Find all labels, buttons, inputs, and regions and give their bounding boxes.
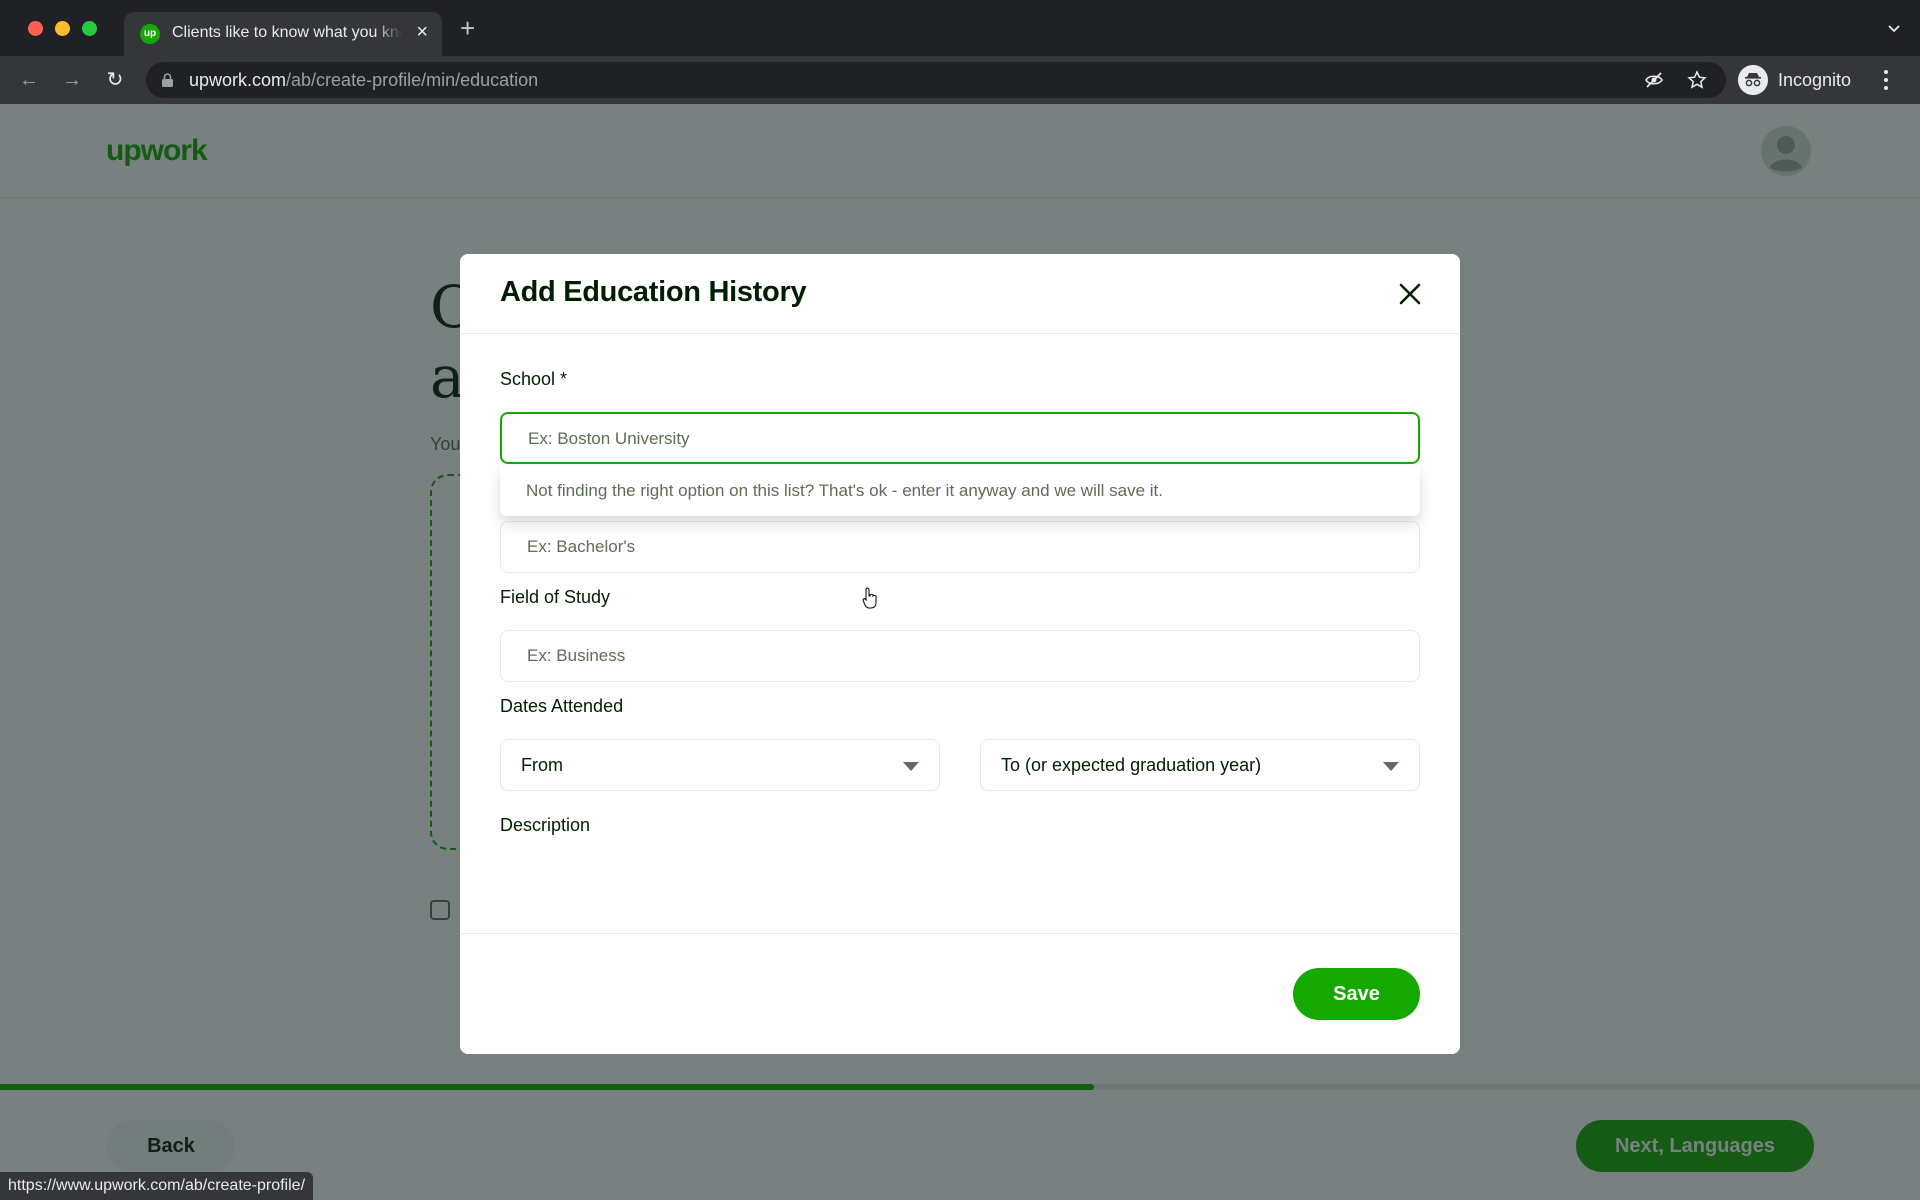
field-of-study-placeholder: Ex: Business [527,646,626,665]
from-year-select[interactable]: From [500,739,940,791]
to-year-select[interactable]: To (or expected graduation year) [980,739,1420,791]
tab-search-chevron-icon[interactable] [1888,22,1900,34]
status-bar-url: https://www.upwork.com/ab/create-profile… [0,1172,314,1200]
add-education-modal: Add Education History School * Ex: Bosto… [460,254,1460,1054]
school-placeholder: Ex: Boston University [528,429,690,448]
field-of-study-label: Field of Study [500,587,611,607]
bookmark-star-icon[interactable] [1687,70,1707,90]
modal-footer: Save [460,933,1460,1054]
url-host: upwork.com [189,70,287,90]
description-label: Description [500,815,591,835]
browser-tab-bar: up Clients like to know what you know × … [0,0,1920,56]
back-arrow-icon[interactable]: ← [17,68,41,92]
url-text: upwork.com/ab/create-profile/min/educati… [189,70,538,91]
browser-toolbar: ← → ↻ upwork.com/ab/create-profile/min/e… [0,56,1920,104]
incognito-profile-button[interactable]: Incognito [1736,62,1860,98]
page: upwork Ca You Back Next, Languages Add E… [0,104,1920,1200]
to-year-value: To (or expected graduation year) [1001,755,1262,775]
url-path: /ab/create-profile/min/education [286,70,539,90]
hand-pointer-cursor-icon [862,587,877,609]
window-maximize-button[interactable] [82,21,97,36]
eye-off-icon[interactable] [1644,70,1664,90]
tab-close-icon[interactable]: × [416,22,428,42]
suggestion-text: Not finding the right option on this lis… [526,481,1163,500]
school-suggestion-dropdown[interactable]: Not finding the right option on this lis… [500,466,1420,516]
incognito-label: Incognito [1778,70,1852,90]
degree-placeholder: Ex: Bachelor's [527,537,636,556]
caret-down-icon [1383,762,1399,771]
forward-arrow-icon[interactable]: → [60,68,84,92]
close-icon[interactable] [1396,280,1424,308]
window-minimize-button[interactable] [55,21,70,36]
reload-icon[interactable]: ↻ [103,68,127,92]
new-tab-button[interactable]: + [460,15,475,41]
save-button[interactable]: Save [1293,968,1420,1020]
address-bar[interactable]: upwork.com/ab/create-profile/min/educati… [146,62,1726,98]
modal-body: School * Ex: Boston University Degree Ex… [460,335,1460,933]
window-close-button[interactable] [28,21,43,36]
degree-input[interactable]: Ex: Bachelor's [500,521,1420,573]
tab-title: Clients like to know what you know [172,24,402,41]
school-label: School * [500,369,568,389]
browser-menu-icon[interactable] [1882,68,1890,92]
from-year-value: From [521,755,563,775]
lock-icon [162,73,173,87]
school-input[interactable]: Ex: Boston University [500,412,1420,464]
modal-title: Add Education History [500,276,807,308]
dates-attended-label: Dates Attended [500,696,624,716]
field-of-study-input[interactable]: Ex: Business [500,630,1420,682]
modal-header: Add Education History [460,254,1460,334]
incognito-icon [1738,65,1768,95]
browser-tab[interactable]: up Clients like to know what you know × [124,12,442,56]
upwork-favicon-icon: up [140,24,160,44]
caret-down-icon [903,762,919,771]
